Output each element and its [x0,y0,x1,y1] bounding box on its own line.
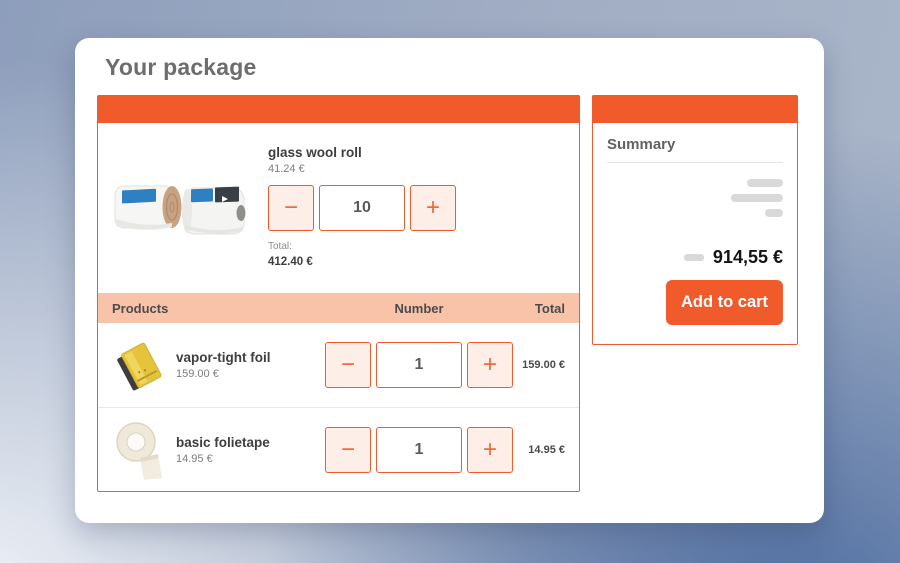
featured-total-label: Total: [268,241,456,252]
basic-folietape-image [112,420,168,480]
featured-decrease-button[interactable]: − [268,185,314,231]
row-quantity-stepper: − + [325,342,513,388]
row-increase-button[interactable]: + [467,427,513,473]
row-product-info: basic folietape 14.95 € [176,435,326,465]
column-header-number: Number [394,301,443,316]
summary-title: Summary [607,136,783,163]
featured-unit-price: 41.24 € [268,163,456,175]
featured-product-row: glass wool roll 41.24 € − + Total: 412.4… [98,123,579,293]
row-product-name: vapor-tight foil [176,350,326,365]
summary-price-row: 914,55 € [607,247,783,268]
row-total-value: 159.00 € [522,359,565,371]
featured-quantity-stepper: − + [268,185,456,231]
row-increase-button[interactable]: + [467,342,513,388]
products-panel: glass wool roll 41.24 € − + Total: 412.4… [97,95,580,492]
summary-skeleton-placeholder [607,179,783,217]
table-row: basic folietape 14.95 € − + 14.95 € [98,407,579,491]
row-quantity-stepper: − + [325,427,513,473]
page-background: Your package [0,0,900,563]
row-decrease-button[interactable]: − [325,342,371,388]
column-header-total: Total [535,301,565,316]
page-title: Your package [105,54,257,81]
row-decrease-button[interactable]: − [325,427,371,473]
row-unit-price: 159.00 € [176,368,326,380]
row-quantity-input[interactable] [376,342,462,388]
row-product-name: basic folietape [176,435,326,450]
products-table-header: Products Number Total [98,293,579,323]
row-product-info: vapor-tight foil 159.00 € [176,350,326,380]
summary-panel-header-bar [592,95,798,123]
summary-total-price: 914,55 € [713,247,783,268]
glass-wool-roll-image [112,179,260,243]
featured-quantity-input[interactable] [319,185,405,231]
row-unit-price: 14.95 € [176,453,326,465]
row-quantity-input[interactable] [376,427,462,473]
column-header-products: Products [112,301,326,316]
products-panel-header-bar [97,95,580,123]
featured-increase-button[interactable]: + [410,185,456,231]
summary-panel: Summary 914,55 € Add to cart [592,95,798,345]
skeleton-bar [731,194,783,202]
add-to-cart-button[interactable]: Add to cart [666,280,783,325]
row-total-value: 14.95 € [528,444,565,456]
skeleton-bar [747,179,783,187]
price-placeholder-bar [684,254,704,261]
package-card: Your package [75,38,824,523]
featured-product-name: glass wool roll [268,145,456,160]
table-row: vapor-tight foil 159.00 € − + 159.00 € [98,323,579,407]
skeleton-bar [765,209,783,217]
featured-total-value: 412.40 € [268,256,456,268]
vapor-tight-foil-image [112,335,168,395]
